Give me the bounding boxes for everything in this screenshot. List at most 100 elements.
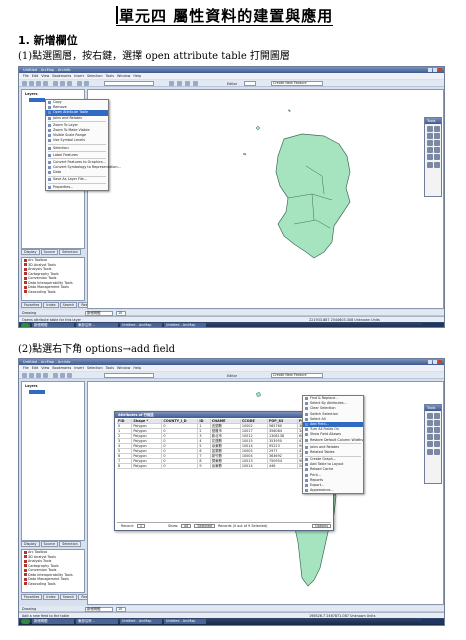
toolbox-item[interactable]: Geocoding Tools <box>22 582 84 587</box>
copy-icon[interactable] <box>60 373 65 378</box>
show-all-button[interactable]: All <box>181 524 192 528</box>
menu-bookmarks[interactable]: Bookmarks <box>52 74 71 78</box>
open-icon[interactable] <box>29 373 34 378</box>
tab-index[interactable]: Index <box>43 594 59 600</box>
editor-label[interactable]: Editor <box>227 82 237 86</box>
menu-edit[interactable]: Edit <box>32 366 39 370</box>
undo-icon[interactable] <box>77 81 82 86</box>
zoom-out-icon[interactable] <box>433 412 440 419</box>
full-extent-icon[interactable] <box>433 426 440 433</box>
start-button[interactable] <box>21 323 30 327</box>
menu-help[interactable]: Help <box>133 366 141 370</box>
menu-item[interactable]: Use Symbol Levels <box>46 138 108 143</box>
toc-selected-layer[interactable] <box>29 98 45 102</box>
select-icon[interactable] <box>426 154 433 161</box>
save-icon[interactable] <box>36 373 41 378</box>
menu-item[interactable]: Joins and Relates <box>46 116 108 121</box>
measure-icon[interactable] <box>433 448 440 455</box>
tab-search[interactable]: Search <box>59 594 78 600</box>
column-header[interactable]: FID <box>117 419 133 423</box>
print-icon[interactable] <box>43 81 48 86</box>
menu-item[interactable]: Related Tables <box>303 450 363 455</box>
tab-source[interactable]: Source <box>40 249 59 255</box>
close-icon[interactable] <box>438 68 442 72</box>
column-header[interactable]: CNAME <box>211 419 241 423</box>
menu-selection[interactable]: Selection <box>87 366 103 370</box>
python-icon[interactable] <box>185 81 190 86</box>
menu-bookmarks[interactable]: Bookmarks <box>52 366 71 370</box>
menu-item[interactable]: Save As Layer File... <box>46 177 108 182</box>
menu-insert[interactable]: Insert <box>74 74 84 78</box>
forward-icon[interactable] <box>433 147 440 154</box>
catalog-icon[interactable] <box>193 81 198 86</box>
editor-label[interactable]: Editor <box>227 374 237 378</box>
menu-item[interactable]: Data <box>46 170 108 175</box>
menu-window[interactable]: Window <box>117 74 130 78</box>
taskbar-item[interactable]: Untitled - ArcMap <box>120 619 162 624</box>
taskbar-item[interactable]: 東部沿岸... <box>76 323 118 327</box>
tab-selection[interactable]: Selection <box>59 249 81 255</box>
table-row[interactable]: 8Polygon09臺東縣10014446240452 <box>117 464 332 469</box>
taskbar-item[interactable]: Untitled - ArcMap <box>164 619 206 624</box>
identify-icon[interactable] <box>433 154 440 161</box>
menu-help[interactable]: Help <box>133 74 141 78</box>
create-feature-dropdown[interactable]: Create New Feature <box>271 81 323 86</box>
tab-source[interactable]: Source <box>40 541 59 547</box>
menu-window[interactable]: Window <box>117 366 130 370</box>
drawing-label[interactable]: Drawing <box>22 311 36 315</box>
menu-item[interactable]: Appearance... <box>303 488 363 493</box>
tab-favorites[interactable]: Favorites <box>21 594 43 600</box>
start-button[interactable] <box>21 619 30 624</box>
show-selected-button[interactable]: Selected <box>194 524 216 528</box>
menu-edit[interactable]: Edit <box>32 74 39 78</box>
taskbar-item[interactable]: 新細明體 <box>32 619 74 624</box>
maximize-icon[interactable] <box>433 360 437 364</box>
back-icon[interactable] <box>426 147 433 154</box>
minimize-icon[interactable] <box>428 360 432 364</box>
menu-selection[interactable]: Selection <box>87 74 103 78</box>
zoom-out-icon[interactable] <box>433 125 440 132</box>
tab-display[interactable]: Display <box>21 541 40 547</box>
drawing-label[interactable]: Drawing <box>22 607 36 611</box>
fixed-zoom-out-icon[interactable] <box>433 132 440 139</box>
pan-icon[interactable] <box>426 426 433 433</box>
menu-item[interactable]: Properties... <box>46 185 108 190</box>
full-extent-icon[interactable] <box>433 139 440 146</box>
new-icon[interactable] <box>22 81 27 86</box>
window-buttons[interactable] <box>428 360 442 364</box>
measure-icon[interactable] <box>433 161 440 168</box>
toc-selected-layer[interactable] <box>29 390 45 394</box>
options-button[interactable]: Options <box>311 524 331 528</box>
save-icon[interactable] <box>36 81 41 86</box>
fixed-zoom-in-icon[interactable] <box>426 419 433 426</box>
editor-dropdown[interactable] <box>244 81 256 86</box>
copy-icon[interactable] <box>60 81 65 86</box>
column-header[interactable]: CCODE <box>241 419 268 423</box>
toolbox-item[interactable]: Geocoding Tools <box>22 290 84 295</box>
print-icon[interactable] <box>43 373 48 378</box>
menu-view[interactable]: View <box>41 74 49 78</box>
find-icon[interactable] <box>426 448 433 455</box>
maximize-icon[interactable] <box>433 68 437 72</box>
cut-icon[interactable] <box>53 81 58 86</box>
open-icon[interactable] <box>29 81 34 86</box>
identify-icon[interactable] <box>433 441 440 448</box>
taskbar-item[interactable]: 東部沿岸... <box>76 619 118 624</box>
create-feature-dropdown[interactable]: Create New Feature <box>271 373 323 378</box>
scale-dropdown[interactable] <box>104 373 154 378</box>
select-icon[interactable] <box>426 441 433 448</box>
forward-icon[interactable] <box>433 434 440 441</box>
menu-item[interactable]: Label Features <box>46 153 108 158</box>
menu-item[interactable]: Selection <box>46 146 108 151</box>
menu-view[interactable]: View <box>41 366 49 370</box>
close-icon[interactable] <box>438 360 442 364</box>
tab-search[interactable]: Search <box>59 302 78 308</box>
taskbar-item[interactable]: Untitled - ArcMap <box>120 323 162 327</box>
minimize-icon[interactable] <box>428 68 432 72</box>
taskbar-item[interactable]: 新細明體 <box>32 323 74 327</box>
menu-file[interactable]: File <box>23 74 29 78</box>
toolbox-icon[interactable] <box>177 81 182 86</box>
map-view[interactable] <box>87 89 444 309</box>
back-icon[interactable] <box>426 434 433 441</box>
pan-icon[interactable] <box>426 139 433 146</box>
